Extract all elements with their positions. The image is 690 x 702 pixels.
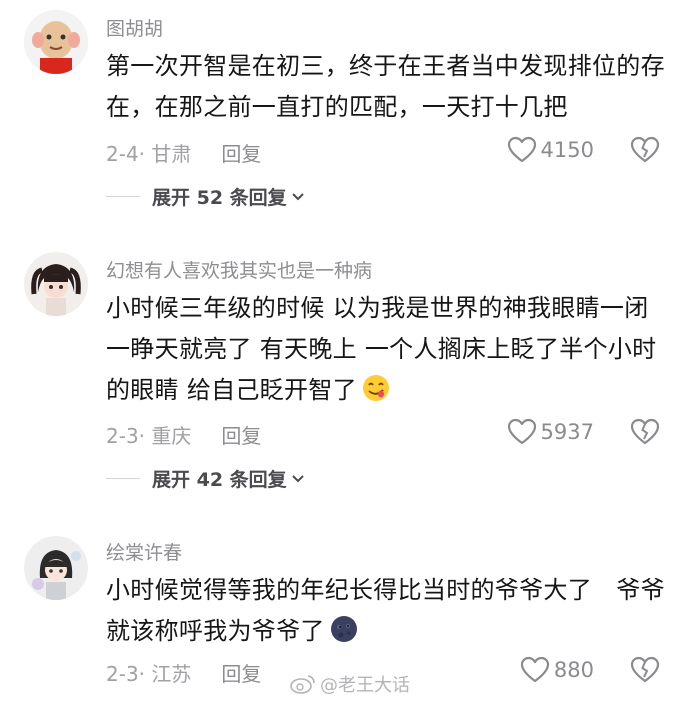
reply-button[interactable]: 回复 [221,662,261,686]
heart-outline-icon [507,136,536,163]
watermark-text: @老王大话 [320,675,410,696]
comment-text: 小时候三年级的时候 以为我是世界的神我眼睛一闭一睁天就亮了 有天晚上 一个人搁床… [106,288,666,411]
comment-meta: 2-3· 重庆 回复 [106,420,261,449]
like-button[interactable]: 5937 [507,418,594,446]
like-count: 5937 [540,420,594,444]
new-moon-face-emoji [329,614,359,644]
chevron-down-icon [291,474,304,482]
divider [106,196,140,197]
expand-replies-button[interactable]: 展开 52 条回复 [106,183,305,210]
weibo-logo-icon [290,675,315,694]
broken-heart-icon [630,136,660,163]
dislike-button[interactable] [630,418,660,450]
broken-heart-icon [630,656,660,683]
comment-meta: 2-3· 江苏 回复 [106,658,261,687]
comment-text: 小时候觉得等我的年纪长得比当时的爷爷大了 爷爷就该称呼我为爷爷了 [106,570,666,652]
reply-button[interactable]: 回复 [221,424,261,448]
chevron-down-icon [291,192,304,200]
avatar[interactable] [24,536,88,600]
expand-replies-label: 展开 42 条回复 [152,469,287,491]
comment-text-body: 小时候觉得等我的年纪长得比当时的爷爷大了 爷爷就该称呼我为爷爷了 [106,576,665,645]
avatar[interactable] [24,10,88,74]
like-button[interactable]: 880 [520,656,594,684]
watermark: @老王大话 [290,671,410,697]
like-button[interactable]: 4150 [507,136,594,164]
reply-button[interactable]: 回复 [221,142,261,166]
dislike-button[interactable] [630,656,660,688]
date-location: 2-3· 重庆 [106,424,192,448]
like-count: 880 [553,658,594,682]
username[interactable]: 图胡胡 [106,14,163,41]
username[interactable]: 幻想有人喜欢我其实也是一种病 [106,256,372,283]
expand-replies-label: 展开 52 条回复 [152,187,287,209]
date-location: 2-3· 江苏 [106,662,192,686]
comment-text: 第一次开智是在初三，终于在王者当中发现排位的存在，在那之前一直打的匹配，一天打十… [106,52,665,121]
broken-heart-icon [630,418,660,445]
divider [106,478,140,479]
expand-replies-button[interactable]: 展开 42 条回复 [106,465,305,492]
heart-outline-icon [507,418,536,445]
like-count: 4150 [540,138,594,162]
dislike-button[interactable] [630,136,660,168]
comment-meta: 2-4· 甘肃 回复 [106,138,261,167]
yummy-face-emoji [361,373,391,403]
username[interactable]: 绘棠许春 [106,538,182,565]
heart-outline-icon [520,656,550,683]
avatar[interactable] [24,252,88,316]
date-location: 2-4· 甘肃 [106,142,192,166]
